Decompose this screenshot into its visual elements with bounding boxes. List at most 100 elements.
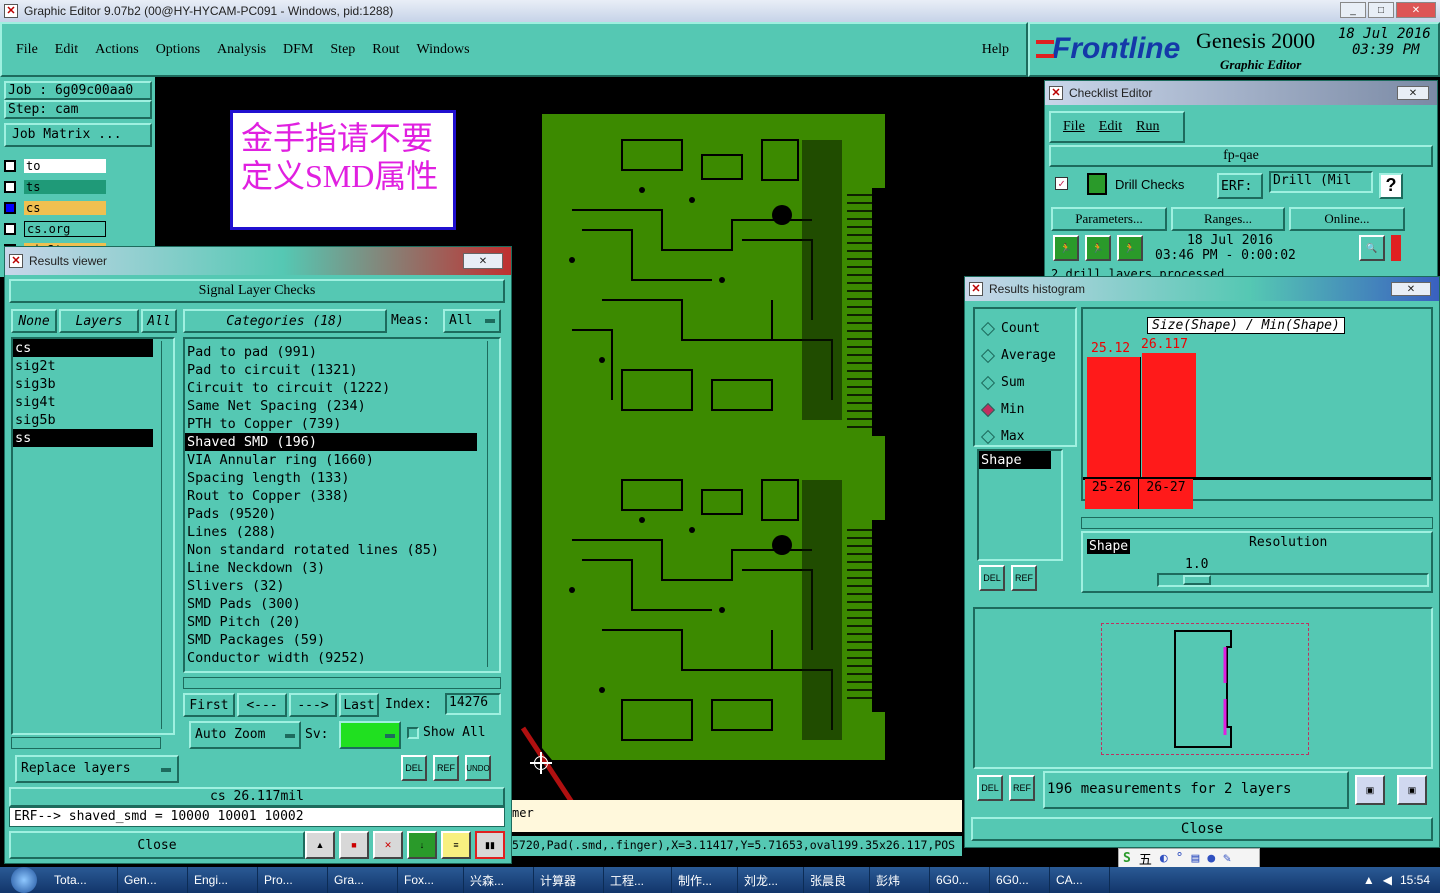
stat-count-option[interactable]: Count <box>980 315 1075 342</box>
report-icon[interactable]: ■ <box>339 831 369 859</box>
menu-dfm[interactable]: DFM <box>283 42 313 58</box>
shape-select[interactable]: Shape <box>1087 539 1131 554</box>
categories-button[interactable]: Categories (18) <box>183 309 387 333</box>
replace-layers-select[interactable]: Replace layers <box>15 755 179 783</box>
results-close-button[interactable]: Close <box>9 831 305 859</box>
check-row[interactable]: ✓ Drill Checks ERF: Drill (Mil ? <box>1049 171 1433 205</box>
erf-value[interactable]: Drill (Mil <box>1269 171 1373 193</box>
category-item[interactable]: Pad to pad (991) <box>185 343 499 361</box>
volume-icon[interactable]: ◀ <box>1383 873 1392 887</box>
taskbar-item[interactable]: 刘龙... <box>738 867 804 893</box>
run-icon[interactable]: 🏃 <box>1053 235 1079 261</box>
layers-button[interactable]: Layers <box>59 309 139 333</box>
keyboard-icon[interactable]: ▤ <box>1192 851 1200 866</box>
layer-checkbox[interactable] <box>4 222 16 235</box>
category-item[interactable]: Non standard rotated lines (85) <box>185 541 499 559</box>
category-item[interactable]: Spacing length (133) <box>185 469 499 487</box>
menu-file[interactable]: File <box>16 42 38 58</box>
stat-max-option[interactable]: Max <box>980 423 1075 450</box>
prev-button[interactable]: <--- <box>237 693 287 717</box>
menu-help[interactable]: Help <box>982 42 1009 58</box>
slider-thumb[interactable] <box>1183 575 1211 585</box>
category-item[interactable]: VIA Annular ring (1660) <box>185 451 499 469</box>
next-button[interactable]: ---> <box>289 693 337 717</box>
taskbar-item[interactable]: 兴森... <box>464 867 534 893</box>
menu-windows[interactable]: Windows <box>417 42 470 58</box>
clock[interactable]: 15:54 <box>1400 873 1430 887</box>
checklist-close-button[interactable]: ✕ <box>1397 86 1429 100</box>
layer-result-item[interactable]: ss <box>13 429 153 447</box>
close-button[interactable]: ✕ <box>1396 2 1436 18</box>
layers-none-button[interactable]: None <box>11 309 57 333</box>
menu-actions[interactable]: Actions <box>95 42 139 58</box>
layer-checkbox[interactable] <box>4 180 16 193</box>
taskbar-item[interactable]: Engi... <box>188 867 258 893</box>
del-icon[interactable]: DEL <box>977 775 1003 801</box>
menu-options[interactable]: Options <box>156 42 200 58</box>
taskbar-item[interactable]: CA... <box>1050 867 1110 893</box>
ime-logo-icon[interactable]: S <box>1123 851 1131 866</box>
ime-mode[interactable]: 五 <box>1139 849 1152 868</box>
histogram-bar[interactable] <box>1142 353 1196 477</box>
category-item[interactable]: Pad to circuit (1321) <box>185 361 499 379</box>
layer-checkbox[interactable] <box>4 201 16 214</box>
job-matrix-button[interactable]: Job Matrix ... <box>4 123 152 147</box>
category-item[interactable]: Lines (288) <box>185 523 499 541</box>
start-button[interactable] <box>0 867 48 893</box>
taskbar-item[interactable]: 彭炜 <box>870 867 930 893</box>
category-item[interactable]: PTH to Copper (739) <box>185 415 499 433</box>
taskbar-item[interactable]: 6G0... <box>930 867 990 893</box>
layer-row-ts[interactable]: ts <box>4 176 128 197</box>
layer-list-hscroll[interactable] <box>11 737 161 749</box>
taskbar-item[interactable]: Fox... <box>398 867 464 893</box>
network-icon[interactable]: ▲ <box>1363 873 1375 887</box>
layer-result-item[interactable]: sig3b <box>13 375 173 393</box>
category-item[interactable]: SMD Pads (300) <box>185 595 499 613</box>
histogram-close-x-button[interactable]: ✕ <box>1391 282 1431 296</box>
radio-icon[interactable] <box>980 321 996 336</box>
check-enabled-icon[interactable]: ✓ <box>1055 177 1068 190</box>
category-item-selected[interactable]: Shaved SMD (196) <box>185 433 477 451</box>
ref-icon[interactable]: REF <box>1011 565 1037 591</box>
taskbar-item[interactable]: 工程... <box>604 867 672 893</box>
online-button[interactable]: Online... <box>1289 207 1405 231</box>
resolution-slider[interactable] <box>1157 573 1429 587</box>
category-item[interactable]: Slivers (32) <box>185 577 499 595</box>
checklist-menu-edit[interactable]: Edit <box>1099 119 1122 135</box>
taskbar-item[interactable]: Gen... <box>118 867 188 893</box>
category-item[interactable]: Conductor width (9252) <box>185 649 499 667</box>
meas-select[interactable]: All <box>443 309 501 333</box>
del-icon[interactable]: DEL <box>979 565 1005 591</box>
sv-color-select[interactable] <box>339 721 401 749</box>
layers-all-button[interactable]: All <box>141 309 177 333</box>
pcb-canvas[interactable] <box>512 100 952 800</box>
layer-list-scrollbar[interactable] <box>161 341 171 729</box>
moon-icon[interactable]: ◐ <box>1160 851 1168 866</box>
histogram-bar[interactable] <box>1087 357 1141 477</box>
results-viewer-close-button[interactable]: ✕ <box>463 253 503 269</box>
ref-icon[interactable]: REF <box>433 755 459 781</box>
zoom-results-icon[interactable]: 🔍 <box>1359 235 1385 261</box>
layer-row-cs-org[interactable]: cs.org <box>4 218 128 239</box>
taskbar-item[interactable]: 计算器 <box>534 867 604 893</box>
index-input[interactable]: 14276 <box>445 693 501 715</box>
taskbar-item[interactable]: 6G0... <box>990 867 1050 893</box>
del-icon[interactable]: DEL <box>401 755 427 781</box>
category-item[interactable]: Line Neckdown (3) <box>185 559 499 577</box>
layer-row-to[interactable]: to <box>4 155 128 176</box>
histogram-close-button[interactable]: Close <box>971 817 1433 841</box>
notes-icon[interactable]: ≡ <box>441 831 471 859</box>
menu-rout[interactable]: Rout <box>372 42 399 58</box>
last-button[interactable]: Last <box>339 693 379 717</box>
menu-analysis[interactable]: Analysis <box>217 42 266 58</box>
layer-result-item[interactable]: sig2t <box>13 357 173 375</box>
undo-icon[interactable]: UNDO <box>465 755 491 781</box>
radio-icon-selected[interactable] <box>980 402 996 417</box>
auto-zoom-select[interactable]: Auto Zoom <box>189 721 301 749</box>
menu-step[interactable]: Step <box>330 42 355 58</box>
wrench-icon[interactable]: ✎ <box>1223 851 1231 866</box>
parameters-button[interactable]: Parameters... <box>1051 207 1167 231</box>
taskbar-item[interactable]: Pro... <box>258 867 328 893</box>
taskbar-item[interactable]: 制作... <box>672 867 738 893</box>
category-item[interactable]: SMD Pitch (20) <box>185 613 499 631</box>
